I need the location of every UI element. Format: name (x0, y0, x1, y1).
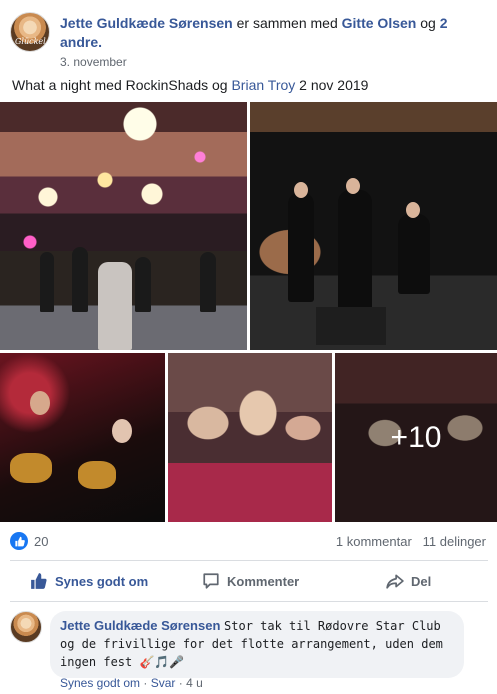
face (112, 419, 132, 443)
photo-3[interactable] (0, 353, 165, 522)
photo-1[interactable] (0, 102, 247, 350)
like-reaction-icon[interactable] (10, 532, 28, 550)
post-header: Glückel Jette Guldkæde Sørensen er samme… (10, 10, 490, 69)
author-avatar[interactable]: Glückel (10, 12, 50, 52)
photo-4[interactable] (168, 353, 332, 522)
comment-reply-link[interactable]: Svar (151, 676, 176, 690)
more-photos-count: +10 (390, 420, 442, 454)
like-count[interactable]: 20 (34, 534, 48, 549)
post-actions: Synes godt om Kommenter Del (10, 563, 488, 599)
divider (10, 601, 488, 602)
face (346, 178, 360, 194)
meta-separator: · (178, 676, 183, 690)
musician-figure (40, 252, 54, 312)
author-name-link[interactable]: Jette Guldkæde Sørensen (60, 15, 233, 31)
meta-separator: · (143, 676, 148, 690)
musician-figure (72, 247, 88, 312)
musician-figure (200, 252, 216, 312)
comment-button-label: Kommenter (227, 573, 300, 589)
comment-button[interactable]: Kommenter (202, 563, 299, 599)
comment-meta: Synes godt om · Svar · 4 u (60, 676, 203, 690)
drummer-figure (398, 214, 430, 294)
comment-like-link[interactable]: Synes godt om (60, 676, 140, 690)
face (406, 202, 420, 218)
photo-grid: +10 (0, 102, 497, 522)
share-button-label: Del (411, 573, 432, 589)
comment-time[interactable]: 4 u (186, 676, 203, 690)
face (30, 391, 50, 415)
share-count[interactable]: 11 delinger (423, 534, 486, 549)
comment-bubble-icon (203, 573, 219, 589)
more-photos-overlay[interactable]: +10 (335, 353, 497, 522)
audience-figure (98, 262, 132, 350)
and-text: og (420, 15, 436, 31)
post-text-after: 2 nov 2019 (299, 77, 369, 93)
guitar (78, 461, 116, 489)
post-text-link[interactable]: Brian Troy (231, 77, 295, 93)
share-button[interactable]: Del (386, 563, 431, 599)
post-text: What a night med RockinShads og Brian Tr… (12, 76, 368, 94)
engagement-counts: 1 kommentar 11 delinger (336, 534, 486, 549)
header-text: Jette Guldkæde Sørensen er sammen med Gi… (60, 14, 490, 72)
comment-author-link[interactable]: Jette Guldkæde Sørensen (60, 618, 220, 633)
comment-count[interactable]: 1 kommentar (336, 534, 412, 549)
comment-bubble: Jette Guldkæde Sørensen Stor tak til Rød… (50, 611, 464, 678)
amplifier (316, 307, 386, 345)
photo-2[interactable] (250, 102, 497, 350)
musician-figure (135, 257, 151, 312)
guitarist-figure (288, 192, 314, 302)
face (294, 182, 308, 198)
divider (10, 560, 488, 561)
post-date[interactable]: 3. november (60, 53, 490, 72)
post-text-before: What a night med RockinShads og (12, 77, 228, 93)
commenter-avatar[interactable] (10, 611, 42, 643)
reactions-bar: 20 1 kommentar 11 delinger (10, 530, 490, 552)
thumbs-up-icon (31, 573, 47, 589)
with-text: er sammen med (236, 15, 338, 31)
like-button[interactable]: Synes godt om (30, 563, 148, 599)
guitar (10, 453, 52, 483)
photo-5[interactable]: +10 (335, 353, 497, 522)
guitarist-figure (338, 190, 372, 320)
like-button-label: Synes godt om (55, 573, 149, 589)
share-arrow-icon (386, 574, 404, 589)
tagged-person-link[interactable]: Gitte Olsen (342, 15, 417, 31)
